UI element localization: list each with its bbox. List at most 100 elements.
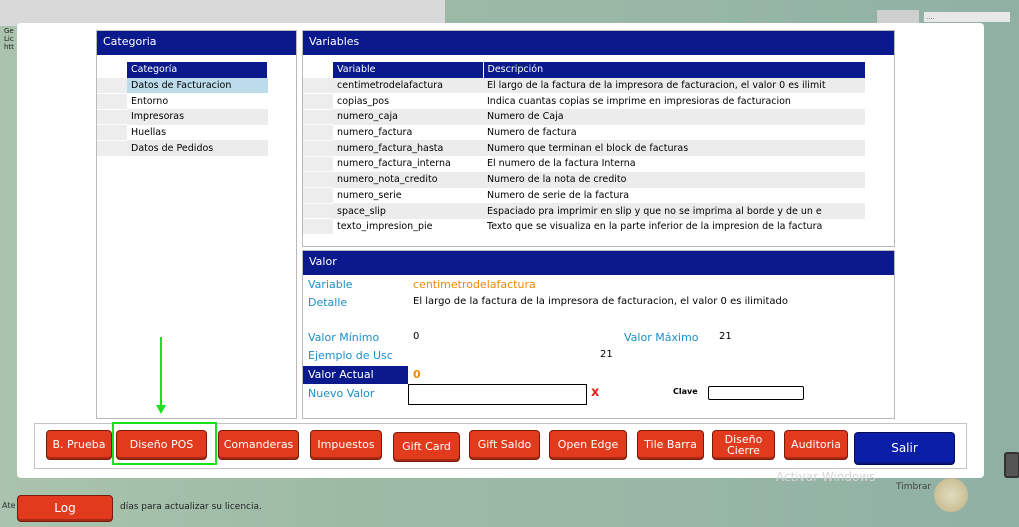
variable-cell[interactable]: texto_impresion_pie: [333, 218, 483, 235]
categoria-column-header[interactable]: Categoría: [127, 62, 268, 78]
descripcion-cell[interactable]: Numero de la nota de credito: [483, 171, 865, 188]
valor-maximo-value: 21: [719, 331, 732, 342]
variable-cell[interactable]: copias_pos: [333, 93, 483, 110]
table-row[interactable]: numero_factura_hasta Numero que terminan …: [303, 140, 865, 157]
gift-saldo-button[interactable]: Gift Saldo: [469, 430, 540, 460]
side-handle-icon[interactable]: [1004, 452, 1019, 478]
row-selector[interactable]: [303, 171, 333, 188]
variable-cell[interactable]: numero_factura: [333, 124, 483, 141]
row-selector[interactable]: [97, 109, 127, 126]
license-text: días para actualizar su licencia.: [120, 502, 262, 512]
categoria-row[interactable]: Impresoras: [97, 109, 268, 126]
comanderas-button[interactable]: Comanderas: [218, 430, 299, 460]
categoria-row[interactable]: Entorno: [97, 93, 268, 110]
categoria-item[interactable]: Datos de Pedidos: [127, 140, 268, 157]
descripcion-cell[interactable]: Espaciado pra imprimir en slip y que no …: [483, 203, 865, 219]
categoria-item[interactable]: Datos de Facturacion: [127, 77, 268, 94]
variable-cell[interactable]: numero_caja: [333, 109, 483, 125]
valor-minimo-label: Valor Mínimo: [308, 331, 380, 344]
impuestos-button[interactable]: Impuestos: [310, 430, 382, 460]
gift-card-button[interactable]: Gift Card: [393, 432, 460, 462]
row-selector[interactable]: [97, 140, 127, 157]
descripcion-cell[interactable]: Numero que terminan el block de facturas: [483, 140, 865, 157]
table-row[interactable]: centimetrodelafactura El largo de la fact…: [303, 77, 865, 94]
nuevo-valor-label: Nuevo Valor: [308, 387, 375, 400]
descripcion-cell[interactable]: El numero de la factura Interna: [483, 156, 865, 172]
table-row[interactable]: numero_serie Numero de serie de la factur…: [303, 187, 865, 204]
valor-minimo-value: 0: [413, 331, 420, 342]
categoria-item[interactable]: Entorno: [127, 93, 268, 110]
variable-cell[interactable]: numero_factura_interna: [333, 156, 483, 172]
table-corner: [97, 62, 127, 79]
nuevo-valor-input[interactable]: [408, 384, 587, 405]
categoria-table: Categoría Datos de Facturacion Entorno I…: [97, 62, 268, 157]
windows-activation-watermark: Activar Windows: [776, 470, 876, 484]
row-selector[interactable]: [97, 93, 127, 110]
detalle-value: El largo de la factura de la impresora d…: [413, 296, 788, 307]
categoria-row[interactable]: Huellas: [97, 124, 268, 141]
row-selector[interactable]: [303, 203, 333, 220]
variable-cell[interactable]: numero_serie: [333, 187, 483, 204]
valor-panel-title: Valor: [303, 251, 894, 275]
row-selector[interactable]: [303, 109, 333, 126]
timbrar-label: Timbrar: [896, 482, 932, 492]
table-row[interactable]: texto_impresion_pie Texto que se visualiz…: [303, 218, 865, 236]
table-row[interactable]: copias_pos Indica cuantas copias se impri…: [303, 93, 865, 110]
row-selector[interactable]: [303, 93, 333, 110]
annotation-arrow-head-icon: [156, 405, 166, 414]
log-button[interactable]: Log: [17, 495, 113, 522]
descripcion-cell[interactable]: Indica cuantas copias se imprime en impr…: [483, 93, 865, 110]
clear-x-icon[interactable]: x: [591, 385, 599, 400]
categoria-row[interactable]: Datos de Pedidos: [97, 140, 268, 157]
background-topright-field: ....: [924, 12, 1010, 22]
ejemplo-label: Ejemplo de Usc: [308, 349, 393, 362]
categoria-item[interactable]: Impresoras: [127, 109, 268, 125]
variable-cell[interactable]: numero_factura_hasta: [333, 140, 483, 157]
categoria-item[interactable]: Huellas: [127, 124, 268, 141]
salir-button[interactable]: Salir: [854, 432, 955, 465]
table-row[interactable]: numero_factura Numero de factura: [303, 124, 865, 141]
descripcion-cell[interactable]: El largo de la factura de la impresora d…: [483, 77, 865, 94]
row-selector[interactable]: [303, 187, 333, 204]
valor-actual-label: Valor Actual: [308, 368, 374, 381]
row-selector[interactable]: [303, 124, 333, 141]
descripcion-cell[interactable]: Numero de Caja: [483, 109, 865, 125]
variable-value: centimetrodelafactura: [413, 278, 536, 291]
descripcion-cell[interactable]: Numero de serie de la factura: [483, 187, 865, 204]
table-row[interactable]: numero_factura_interna El numero de la fa…: [303, 156, 865, 173]
valor-actual-header: Valor Actual: [303, 366, 408, 384]
row-selector[interactable]: [303, 218, 333, 236]
auditoria-button[interactable]: Auditoria: [784, 430, 848, 460]
b-prueba-button[interactable]: B. Prueba: [46, 430, 112, 460]
annotation-arrow-line: [160, 337, 162, 409]
row-selector[interactable]: [97, 77, 127, 94]
variable-column-header[interactable]: Variable: [333, 62, 484, 78]
categoria-panel: Categoria Categoría Datos de Facturacion…: [96, 30, 297, 419]
valor-actual-value: 0: [413, 368, 421, 381]
table-row[interactable]: numero_caja Numero de Caja: [303, 109, 865, 126]
table-row[interactable]: space_slip Espaciado pra imprimir en slip…: [303, 203, 865, 220]
row-selector[interactable]: [303, 77, 333, 94]
timbrar-seal-icon[interactable]: [934, 478, 968, 512]
diseno-cierre-button[interactable]: Diseño Cierre: [712, 430, 775, 460]
clave-input[interactable]: [708, 386, 804, 400]
row-selector[interactable]: [303, 140, 333, 157]
tile-barra-button[interactable]: Tile Barra: [637, 430, 704, 460]
table-row[interactable]: numero_nota_credito Numero de la nota de …: [303, 171, 865, 188]
background-status-text: Ate: [2, 501, 16, 510]
descripcion-cell[interactable]: Numero de factura: [483, 124, 865, 141]
clave-label: Clave: [673, 387, 698, 396]
background-window-text: Ge Lic htt: [4, 27, 14, 51]
variable-label: Variable: [308, 278, 353, 291]
descripcion-cell[interactable]: Texto que se visualiza en la parte infer…: [483, 218, 865, 235]
variable-cell[interactable]: centimetrodelafactura: [333, 77, 483, 94]
row-selector[interactable]: [303, 156, 333, 173]
categoria-row[interactable]: Datos de Facturacion: [97, 77, 268, 94]
row-selector[interactable]: [97, 124, 127, 141]
variable-cell[interactable]: numero_nota_credito: [333, 171, 483, 188]
open-edge-button[interactable]: Open Edge: [549, 430, 627, 460]
descripcion-column-header[interactable]: Descripción: [483, 62, 866, 78]
variable-cell[interactable]: space_slip: [333, 203, 483, 219]
variables-panel: Variables Variable Descripción centimetr…: [302, 30, 895, 247]
categoria-panel-title: Categoria: [97, 31, 296, 55]
